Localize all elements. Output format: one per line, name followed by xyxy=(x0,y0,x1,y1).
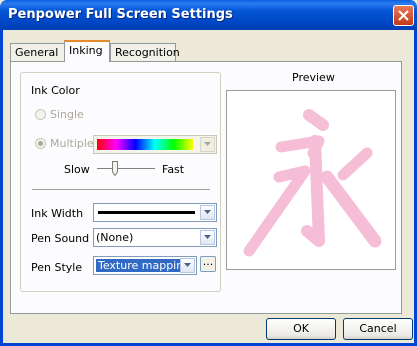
preview-box xyxy=(226,90,396,270)
single-radio-label: Single xyxy=(50,108,84,121)
multiple-radio[interactable] xyxy=(35,138,46,149)
pen-style-combo[interactable]: Texture mapping xyxy=(93,256,197,275)
group-separator xyxy=(32,189,210,191)
ink-width-dropdown-button[interactable] xyxy=(200,205,215,220)
pen-style-label: Pen Style xyxy=(31,261,83,274)
close-button[interactable] xyxy=(393,5,414,26)
pen-sound-dropdown-button[interactable] xyxy=(200,230,215,245)
ink-color-label: Ink Color xyxy=(31,84,80,97)
speed-slider-thumb[interactable] xyxy=(112,161,118,176)
chevron-down-icon xyxy=(204,235,211,239)
rainbow-swatch xyxy=(97,139,193,150)
preview-label: Preview xyxy=(292,71,335,84)
ink-width-swatch xyxy=(98,211,195,214)
tab-general[interactable]: General xyxy=(10,43,65,61)
tab-recognition[interactable]: Recognition xyxy=(110,43,180,61)
chevron-down-icon xyxy=(184,263,191,267)
single-radio[interactable] xyxy=(35,109,46,120)
window-border-left xyxy=(0,30,3,346)
ink-width-label: Ink Width xyxy=(31,207,84,220)
pen-sound-label: Pen Sound xyxy=(31,232,90,245)
chevron-down-icon xyxy=(204,142,211,146)
close-icon xyxy=(398,10,409,21)
ink-preview-glyph xyxy=(243,109,382,257)
speed-fast-label: Fast xyxy=(162,163,185,176)
pen-sound-value: (None) xyxy=(96,231,134,244)
pen-style-dropdown-button[interactable] xyxy=(180,258,195,273)
pen-style-value: Texture mapping xyxy=(96,259,193,272)
title-bar[interactable]: Penpower Full Screen Settings xyxy=(0,0,417,30)
chevron-down-icon xyxy=(204,210,211,214)
speed-slider-track[interactable] xyxy=(97,168,155,172)
ok-button[interactable]: OK xyxy=(266,318,336,340)
tab-inking[interactable]: Inking xyxy=(64,40,110,62)
ink-color-dropdown-button[interactable] xyxy=(200,137,215,152)
pen-sound-combo[interactable]: (None) xyxy=(93,228,217,247)
speed-slow-label: Slow xyxy=(64,163,90,176)
pen-style-browse-button[interactable]: ... xyxy=(200,256,216,272)
ink-color-combo[interactable] xyxy=(93,135,217,154)
ink-width-combo[interactable] xyxy=(93,203,217,222)
multiple-radio-label: Multiple xyxy=(50,137,94,150)
cancel-button[interactable]: Cancel xyxy=(343,318,413,340)
window-title: Penpower Full Screen Settings xyxy=(8,7,233,22)
